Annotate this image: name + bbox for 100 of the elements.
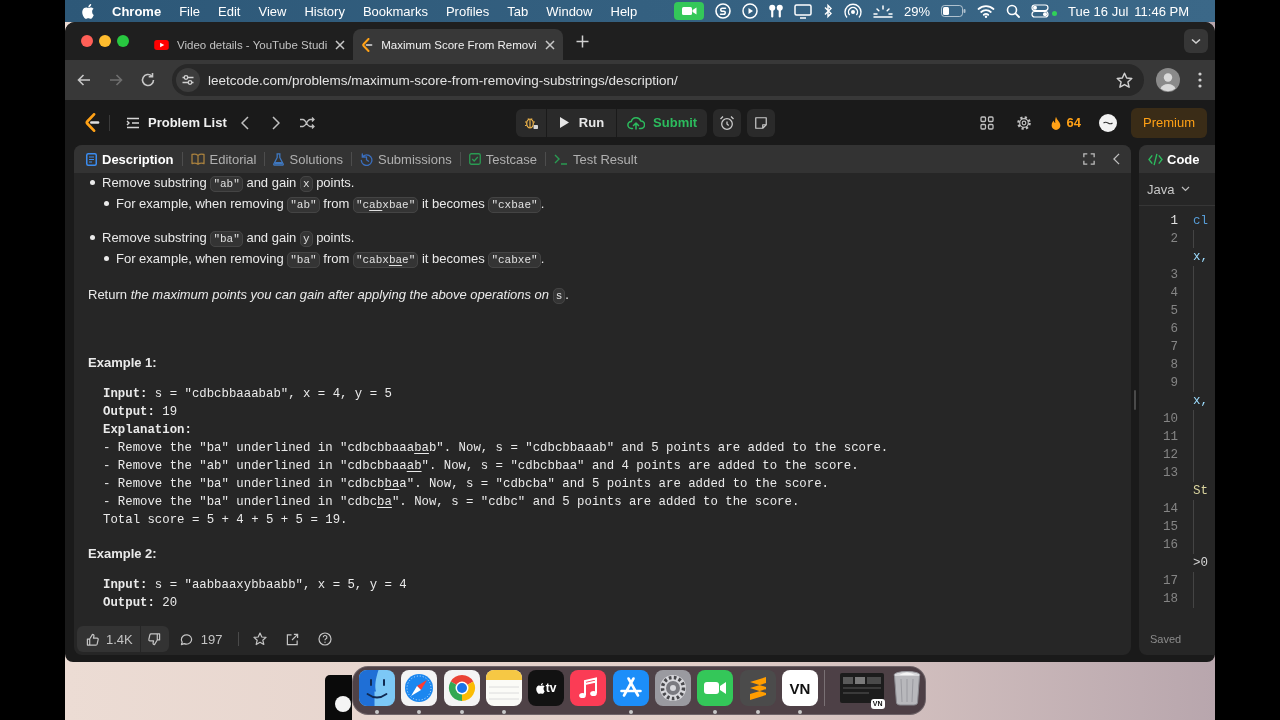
line-number: 12 [1163, 447, 1178, 464]
panel-tab[interactable]: Solutions [273, 151, 343, 167]
submit-button[interactable]: Submit [617, 108, 708, 137]
panel-tab[interactable]: Testcase [468, 151, 537, 167]
reload-icon[interactable] [140, 72, 156, 88]
tune-icon[interactable] [176, 68, 200, 92]
music-note-icon[interactable] [570, 670, 607, 706]
problem-list-button[interactable]: Problem List [126, 115, 227, 130]
apple-logo-icon[interactable] [82, 3, 94, 19]
monitor-icon[interactable] [794, 3, 813, 19]
more-icon[interactable] [1198, 72, 1202, 88]
help-icon[interactable] [318, 632, 333, 646]
avatar-icon[interactable] [1099, 113, 1117, 132]
menu-item[interactable]: Edit [218, 3, 241, 19]
apple-logo-icon [535, 682, 545, 694]
broadcast-icon[interactable] [844, 3, 863, 19]
chevron-left-icon[interactable] [240, 115, 249, 130]
streak-button[interactable]: 64 [1050, 115, 1081, 130]
notes-button[interactable] [747, 108, 776, 137]
panel-tab[interactable]: Description [86, 151, 174, 167]
code-text: x, [1193, 393, 1208, 410]
line-number: 7 [1170, 339, 1178, 356]
comment-button[interactable]: 197 [179, 631, 223, 647]
play-circle-icon[interactable] [742, 3, 759, 19]
debug-button[interactable] [515, 108, 546, 137]
checkbox-icon [468, 153, 481, 165]
window-preview-drawing[interactable] [839, 673, 884, 703]
star-icon[interactable] [1116, 71, 1133, 89]
zoom-window-icon[interactable] [117, 35, 129, 47]
thumbs-down-icon [147, 632, 161, 646]
shuffle-icon[interactable] [298, 115, 315, 130]
premium-button[interactable]: Premium [1131, 107, 1207, 138]
close-icon[interactable] [335, 39, 346, 50]
panel-tab[interactable]: Test Result [554, 151, 638, 167]
toggles-icon[interactable] [1031, 4, 1050, 18]
address-bar[interactable]: leetcode.com/problems/maximum-score-from-removing-substrings/description/ [172, 64, 1144, 96]
menu-time[interactable]: 11:46 PM [1134, 3, 1189, 19]
video-camera-icon[interactable] [697, 670, 734, 706]
expand-icon[interactable] [1083, 153, 1095, 165]
earbuds-icon[interactable] [769, 4, 784, 18]
menu-item[interactable]: Profiles [445, 3, 490, 19]
bluetooth-icon[interactable] [823, 3, 834, 19]
minimize-window-icon[interactable] [99, 35, 111, 47]
bullet-text: Remove substring "ab" and gain x points. [102, 174, 355, 194]
panel-tab[interactable]: Editorial [190, 151, 257, 167]
menu-date[interactable]: Tue 16 Jul [1068, 3, 1129, 19]
menu-app-name[interactable]: Chrome [112, 3, 162, 19]
menu-item[interactable]: Window [546, 3, 593, 19]
example-line: Output: 20 [103, 595, 179, 612]
panel-tab[interactable]: Submissions [359, 151, 452, 167]
dock-app-button[interactable]: tv [528, 670, 565, 706]
menu-item[interactable]: View [258, 3, 287, 19]
trash-icon[interactable] [891, 670, 922, 706]
star-icon[interactable] [253, 632, 268, 646]
video-camera-icon[interactable] [674, 2, 705, 20]
battery-percent[interactable]: 29% [904, 3, 931, 19]
example-heading: Example 2: [88, 545, 158, 563]
menu-item[interactable]: Tab [507, 3, 529, 19]
timer-button[interactable] [713, 108, 742, 137]
chevron-left-icon[interactable] [1113, 153, 1120, 165]
code-text: St [1193, 483, 1208, 500]
close-window-icon[interactable] [81, 35, 93, 47]
notepad-icon[interactable] [485, 670, 522, 706]
wifi-icon[interactable] [977, 4, 996, 18]
line-number: 1 [1170, 213, 1178, 230]
line-number: 2 [1170, 231, 1178, 248]
menu-item[interactable]: File [179, 3, 201, 19]
menu-item[interactable]: Bookmarks [362, 3, 428, 19]
arrow-left-icon[interactable] [76, 72, 92, 88]
avatar-icon[interactable] [1156, 68, 1180, 92]
like-button[interactable]: 1.4K [77, 626, 140, 652]
plus-icon[interactable] [575, 34, 589, 48]
pencil-strokes-icon[interactable] [612, 670, 649, 706]
search-icon[interactable] [1006, 4, 1021, 18]
dislike-button[interactable] [140, 626, 169, 652]
bracket-logo-icon[interactable] [84, 113, 100, 132]
line-number: 17 [1163, 573, 1178, 590]
close-icon[interactable] [544, 39, 555, 50]
settings-icon[interactable] [1015, 114, 1032, 131]
menu-item[interactable]: History [304, 3, 345, 19]
language-dropdown[interactable]: Java [1147, 181, 1191, 197]
chevron-down-icon[interactable] [1184, 29, 1208, 53]
brightness-icon[interactable] [873, 4, 894, 18]
run-button[interactable]: Run [546, 108, 617, 137]
chevron-right-icon[interactable] [271, 115, 280, 130]
gear-icon[interactable] [655, 670, 692, 706]
battery-icon[interactable] [941, 5, 967, 17]
share-icon[interactable] [286, 632, 300, 646]
menu-item[interactable]: Help [610, 3, 638, 19]
code-text: x, [1193, 249, 1208, 266]
browser-tab[interactable]: Video details - YouTube Studi [146, 29, 354, 60]
code-tab[interactable]: Code [1148, 151, 1200, 167]
stripes-icon[interactable] [739, 670, 776, 706]
compass-icon[interactable] [401, 670, 438, 706]
grid-icon[interactable] [979, 115, 994, 130]
smiling-face-icon[interactable] [359, 670, 395, 706]
resize-handle[interactable] [1134, 390, 1136, 410]
dock-app-button[interactable]: VN [781, 670, 818, 706]
swirl-icon[interactable] [715, 3, 732, 19]
browser-tab[interactable]: Maximum Score From Removi [353, 29, 563, 60]
